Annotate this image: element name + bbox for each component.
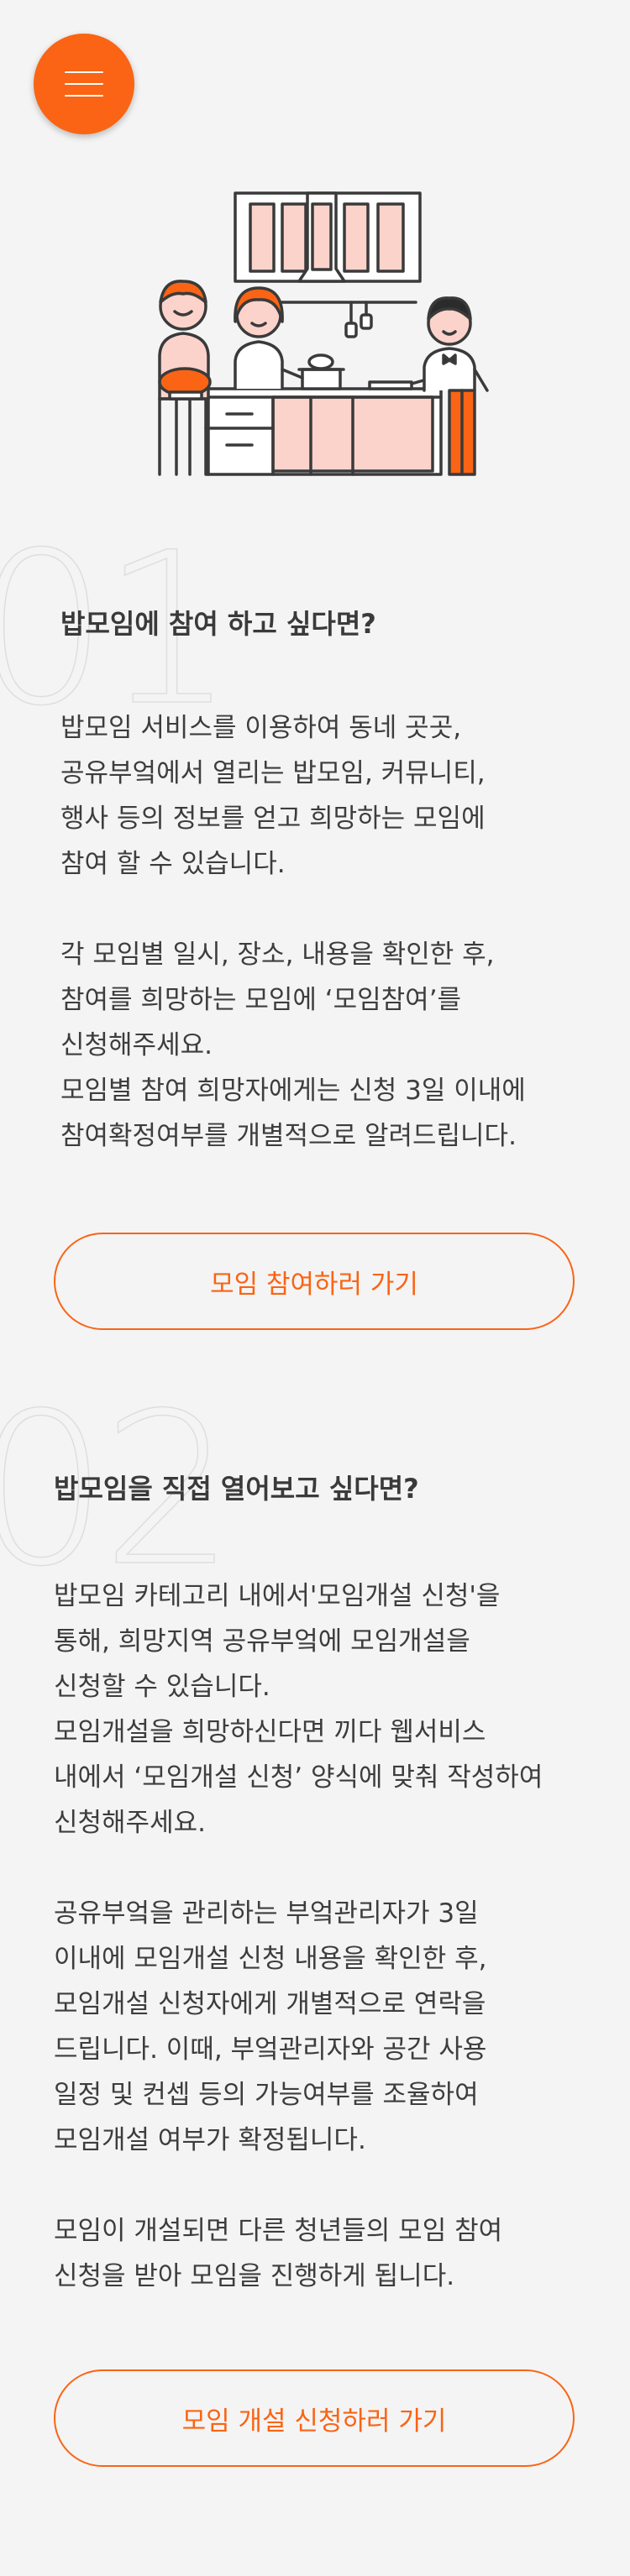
section2-title: 밥모임을 직접 열어보고 싶다면? bbox=[54, 1473, 419, 1505]
section2-paragraph2: 공유부엌을 관리하는 부엌관리자가 3일 이내에 모임개설 신청 내용을 확인한… bbox=[54, 1898, 487, 2155]
menu-button[interactable] bbox=[34, 34, 134, 134]
section1-paragraph1: 밥모임 서비스를 이용하여 동네 곳곳, 공유부엌에서 열리는 밥모임, 커뮤니… bbox=[60, 713, 486, 879]
section1-paragraph2: 각 모임별 일시, 장소, 내용을 확인한 후, 참여를 희망하는 모임에 ‘모… bbox=[60, 940, 526, 1151]
section2-paragraph1: 밥모임 카테고리 내에서'모임개설 신청'을 통해, 희망지역 공유부엌에 모임… bbox=[54, 1581, 543, 1838]
join-meeting-button[interactable]: 모임 참여하러 가기 bbox=[54, 1233, 575, 1330]
section2-paragraph3: 모임이 개설되면 다른 청년들의 모임 참여 신청을 받아 모임을 진행하게 됩… bbox=[54, 2216, 503, 2291]
kitchen-illustration bbox=[158, 191, 489, 476]
open-meeting-button[interactable]: 모임 개설 신청하러 가기 bbox=[54, 2369, 575, 2467]
section1-title: 밥모임에 참여 하고 싶다면? bbox=[60, 608, 376, 640]
hamburger-icon bbox=[65, 71, 103, 73]
